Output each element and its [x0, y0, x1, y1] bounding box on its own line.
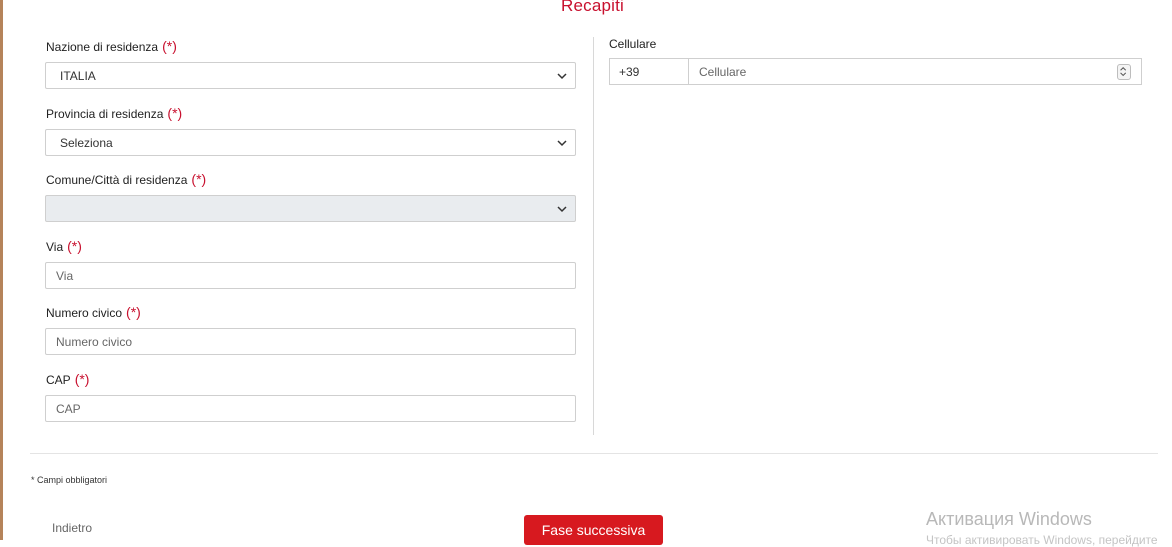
left-border: [0, 0, 3, 540]
cap-label: CAP (*): [46, 371, 89, 387]
via-placeholder: Via: [56, 269, 74, 283]
required-note: * Campi obbligatori: [31, 475, 108, 485]
required-mark: (*): [67, 238, 82, 254]
cap-placeholder: CAP: [56, 402, 81, 416]
required-mark: (*): [126, 304, 141, 320]
nazione-select[interactable]: ITALIA: [45, 62, 576, 89]
provincia-select[interactable]: Seleziona: [45, 129, 576, 156]
civico-placeholder: Numero civico: [56, 335, 133, 349]
cap-input[interactable]: CAP: [45, 395, 576, 422]
provincia-label-text: Provincia di residenza: [46, 107, 164, 121]
chevron-down-icon: [557, 73, 567, 80]
phone-prefix-field[interactable]: +39: [609, 58, 688, 85]
chevron-down-icon: [557, 140, 567, 147]
provincia-value: Seleziona: [60, 136, 113, 150]
windows-activation-watermark: Активация Windows: [926, 509, 1092, 529]
cellulare-placeholder: Cellulare: [699, 65, 747, 79]
required-mark: (*): [191, 171, 207, 187]
cellulare-input[interactable]: Cellulare: [688, 58, 1142, 85]
comune-label: Comune/Città di residenza (*): [46, 171, 206, 187]
comune-select[interactable]: [45, 195, 576, 222]
comune-label-text: Comune/Città di residenza: [46, 173, 188, 187]
cellulare-label: Cellulare: [609, 37, 657, 51]
via-label: Via (*): [46, 238, 82, 254]
required-mark: (*): [74, 371, 90, 387]
column-divider: [593, 37, 594, 435]
phone-prefix-value: +39: [619, 65, 640, 79]
spinner-updown-icon[interactable]: [1117, 64, 1131, 80]
via-label-text: Via: [46, 240, 64, 254]
provincia-label: Provincia di residenza (*): [46, 105, 182, 121]
civico-input[interactable]: Numero civico: [45, 328, 576, 355]
required-mark: (*): [162, 38, 177, 54]
section-title: Recapiti: [561, 0, 625, 15]
cap-label-text: CAP: [46, 373, 71, 387]
chevron-down-icon: [557, 206, 567, 213]
next-step-button[interactable]: Fase successiva: [524, 515, 663, 545]
nazione-label-text: Nazione di residenza: [46, 40, 159, 54]
required-mark: (*): [167, 105, 183, 121]
windows-activation-subtitle: Чтобы активировать Windows, перейдите: [926, 533, 1158, 547]
civico-label: Numero civico (*): [46, 304, 141, 320]
civico-label-text: Numero civico: [46, 306, 123, 320]
updown-arrows-icon: [1120, 66, 1127, 77]
nazione-label: Nazione di residenza (*): [46, 38, 177, 54]
nazione-value: ITALIA: [60, 69, 96, 83]
back-link[interactable]: Indietro: [52, 521, 92, 535]
via-input[interactable]: Via: [45, 262, 576, 289]
section-divider: [30, 453, 1158, 454]
